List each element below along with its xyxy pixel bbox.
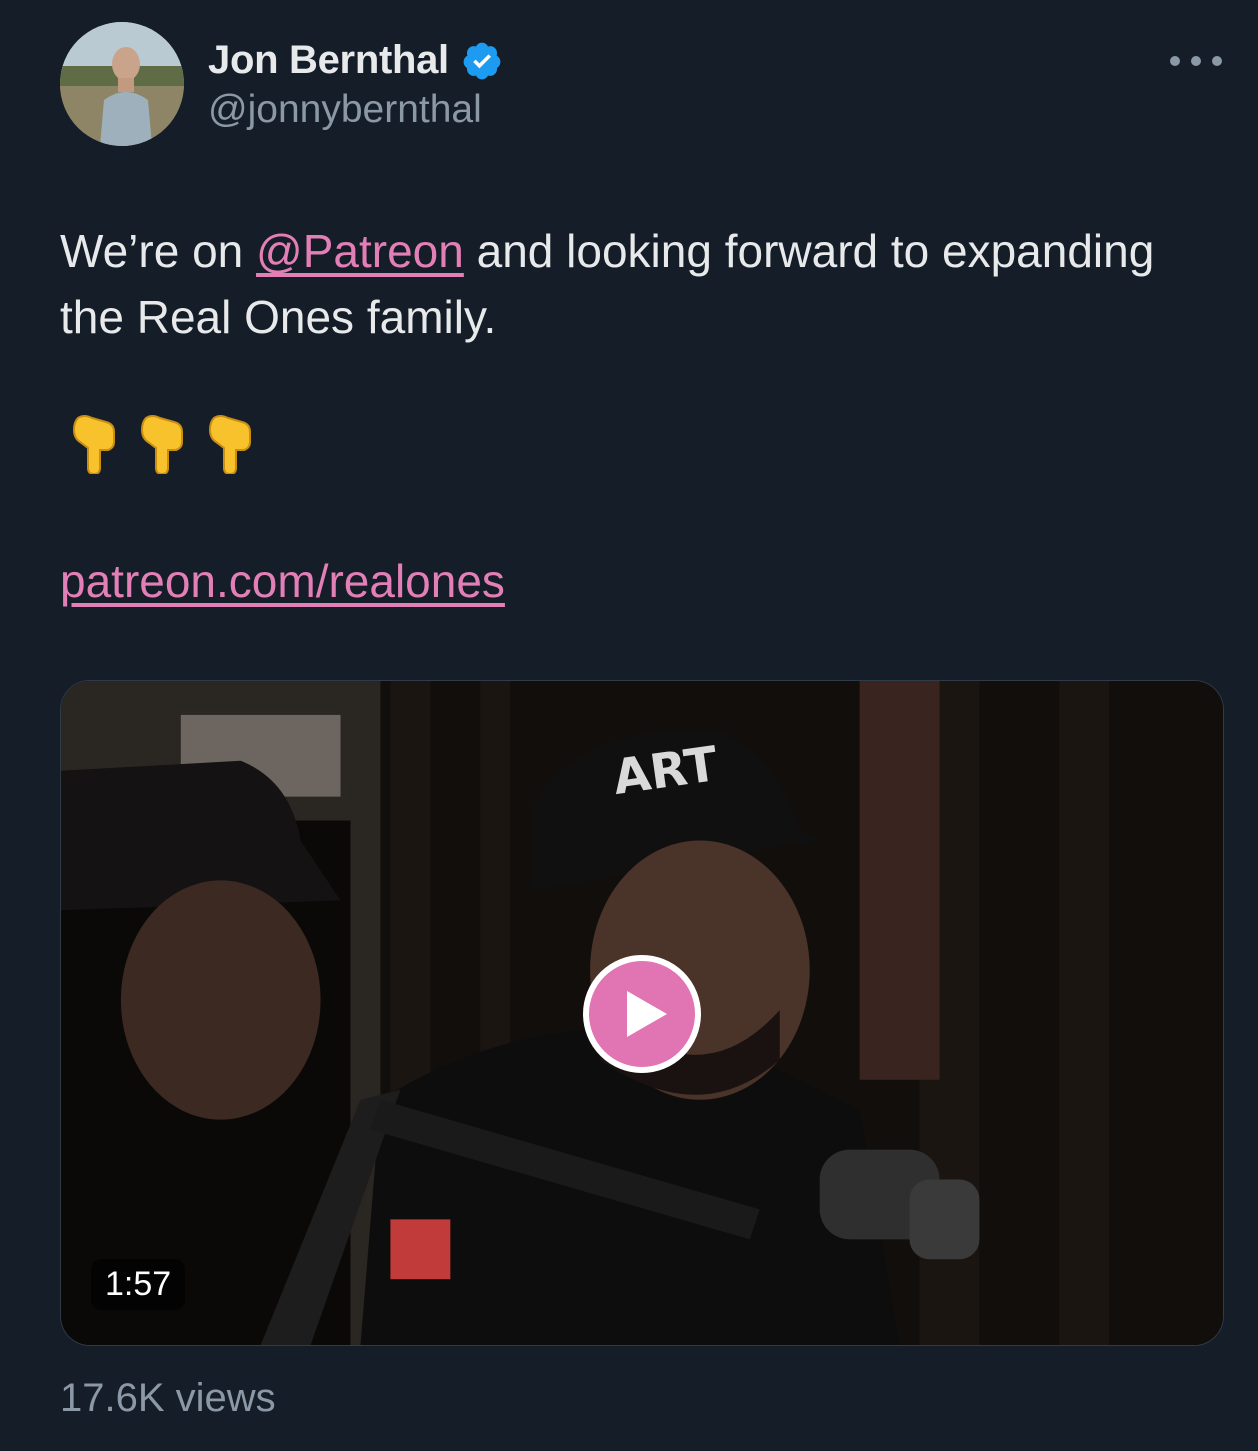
view-count: 17.6K views bbox=[60, 1376, 276, 1420]
more-options-button[interactable] bbox=[1170, 46, 1222, 76]
tweet-text: We’re on @Patreon and looking forward to… bbox=[60, 218, 1220, 350]
author-avatar[interactable] bbox=[60, 22, 184, 146]
emoji-row bbox=[70, 412, 258, 474]
tweet-text-part: We’re on bbox=[60, 225, 257, 277]
more-dot-icon bbox=[1170, 56, 1180, 66]
video-player[interactable]: ART 1:57 bbox=[60, 680, 1224, 1346]
avatar-photo bbox=[60, 22, 184, 146]
play-icon bbox=[627, 991, 667, 1037]
play-button[interactable] bbox=[583, 955, 701, 1073]
author-display-name[interactable]: Jon Bernthal bbox=[208, 38, 449, 83]
patreon-mention-link[interactable]: @Patreon bbox=[256, 225, 464, 277]
pointing-down-emoji-icon bbox=[72, 415, 115, 474]
link-line: patreon.com/realones bbox=[60, 548, 505, 614]
patreon-link[interactable]: patreon.com/realones bbox=[60, 555, 505, 607]
verified-badge-icon bbox=[463, 42, 501, 79]
author-handle[interactable]: @jonnybernthal bbox=[208, 88, 482, 132]
more-dot-icon bbox=[1212, 56, 1222, 66]
more-dot-icon bbox=[1191, 56, 1201, 66]
video-duration: 1:57 bbox=[91, 1259, 186, 1310]
pointing-down-emoji-icon bbox=[208, 415, 251, 474]
pointing-down-emoji-icon bbox=[140, 415, 183, 474]
author-name-row: Jon Bernthal bbox=[208, 38, 503, 83]
